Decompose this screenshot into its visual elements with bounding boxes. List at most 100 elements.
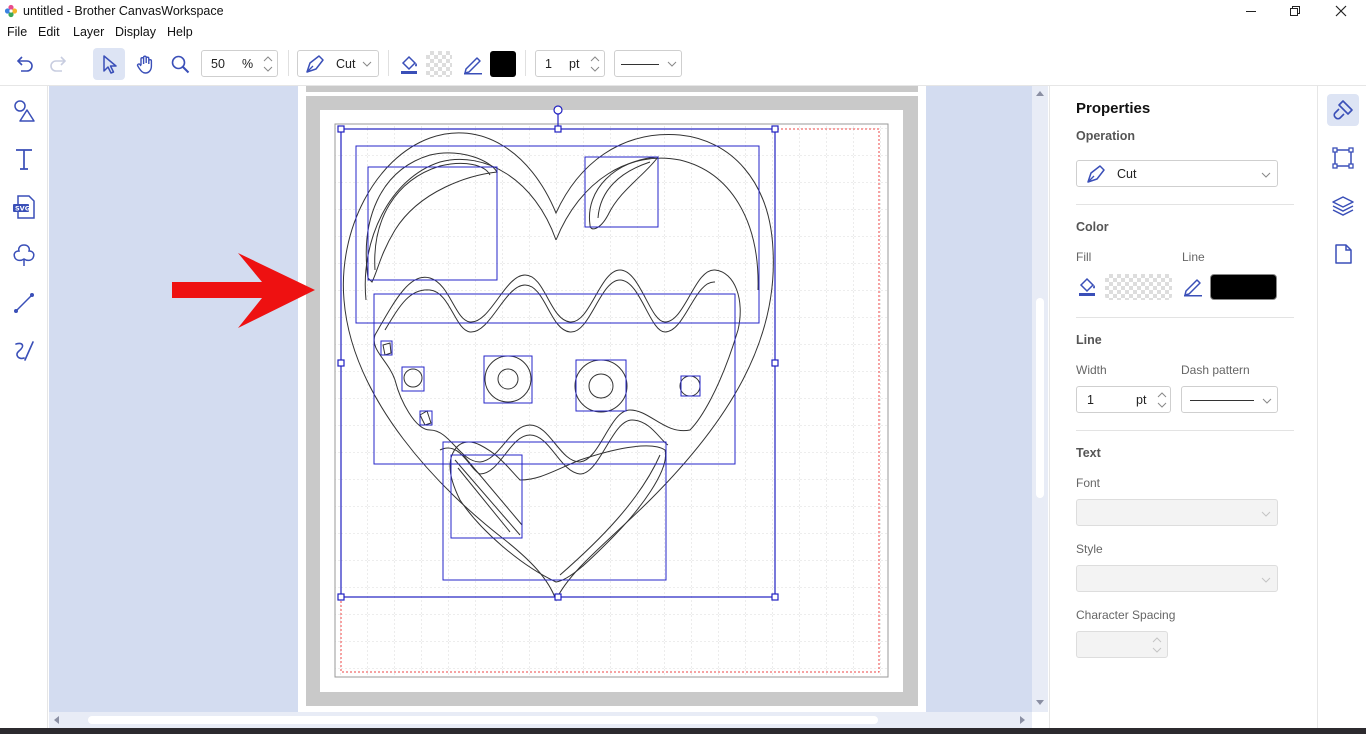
width-input[interactable]: 1 pt bbox=[1076, 386, 1171, 413]
resize-handle[interactable] bbox=[337, 359, 345, 367]
shape-outline-tool-button[interactable] bbox=[10, 241, 38, 269]
properties-panel: Properties Operation Cut Color Fill Line… bbox=[1049, 86, 1317, 734]
spinner-icon[interactable] bbox=[1151, 635, 1163, 655]
page-tab-button[interactable] bbox=[1327, 238, 1359, 270]
font-select[interactable] bbox=[1076, 499, 1278, 526]
line-color-button[interactable] bbox=[461, 51, 485, 77]
restore-button[interactable] bbox=[1272, 0, 1318, 22]
canvas-area[interactable] bbox=[49, 86, 1032, 712]
style-label: Style bbox=[1076, 542, 1103, 556]
magnifier-icon bbox=[171, 55, 190, 74]
chevron-down-icon bbox=[667, 61, 677, 67]
resize-handle[interactable] bbox=[771, 125, 779, 133]
minimize-icon bbox=[1246, 11, 1256, 12]
app-logo-icon bbox=[4, 4, 18, 18]
zoom-tool-button[interactable] bbox=[166, 50, 194, 78]
hand-icon bbox=[136, 55, 153, 74]
layers-tab-button[interactable] bbox=[1327, 190, 1359, 222]
dash-pattern-select[interactable] bbox=[1181, 386, 1278, 413]
pan-tool-button[interactable] bbox=[131, 50, 159, 78]
line-width-value: 1 bbox=[545, 57, 552, 71]
close-button[interactable] bbox=[1318, 0, 1364, 22]
line-color-swatch[interactable] bbox=[490, 51, 516, 77]
chevron-down-icon bbox=[1261, 172, 1271, 178]
resize-handle[interactable] bbox=[554, 593, 562, 601]
text-tool-button[interactable] bbox=[10, 145, 38, 173]
zoom-value: 50 bbox=[211, 57, 225, 71]
svg-text:SVG: SVG bbox=[15, 205, 30, 213]
properties-brush-icon bbox=[1333, 100, 1353, 120]
zoom-unit: % bbox=[242, 57, 254, 71]
menu-bar: File Edit Layer Display Help bbox=[0, 22, 1366, 42]
divider bbox=[1076, 430, 1294, 431]
window-title: untitled - Brother CanvasWorkspace bbox=[23, 4, 224, 18]
character-spacing-input[interactable] bbox=[1076, 631, 1168, 658]
spinner-icon[interactable] bbox=[262, 54, 274, 74]
right-toolbar bbox=[1317, 86, 1366, 734]
chevron-down-icon bbox=[1261, 511, 1271, 517]
shapes-tool-button[interactable] bbox=[10, 97, 38, 125]
cutting-mat bbox=[298, 86, 926, 712]
scroll-right-icon[interactable] bbox=[1020, 716, 1026, 724]
operation-select[interactable]: Cut bbox=[1076, 160, 1278, 187]
select-tool-button[interactable] bbox=[93, 48, 125, 80]
menu-display[interactable]: Display bbox=[115, 25, 156, 39]
divider bbox=[1076, 317, 1294, 318]
undo-button[interactable] bbox=[10, 50, 38, 78]
spinner-icon[interactable] bbox=[1156, 390, 1168, 410]
minimize-button[interactable] bbox=[1228, 0, 1274, 22]
resize-handle[interactable] bbox=[337, 593, 345, 601]
paint-bucket-icon bbox=[401, 55, 417, 74]
scroll-down-icon[interactable] bbox=[1036, 700, 1044, 706]
layers-icon bbox=[1332, 196, 1354, 216]
text-heading: Text bbox=[1076, 446, 1101, 460]
dash-pattern-dropdown[interactable] bbox=[614, 50, 682, 77]
menu-help[interactable]: Help bbox=[167, 25, 193, 39]
red-arrow-annotation bbox=[172, 253, 315, 328]
arrow-cursor-icon bbox=[103, 55, 117, 74]
shapes-icon bbox=[14, 100, 35, 122]
design-canvas[interactable] bbox=[49, 86, 1032, 712]
fill-swatch[interactable] bbox=[1105, 274, 1172, 300]
pen-icon bbox=[464, 57, 482, 75]
fill-color-swatch[interactable] bbox=[426, 51, 452, 77]
vertical-scrollbar[interactable] bbox=[1032, 86, 1048, 712]
style-select[interactable] bbox=[1076, 565, 1278, 592]
line-width-input[interactable]: 1 pt bbox=[535, 50, 605, 77]
scroll-up-icon[interactable] bbox=[1036, 90, 1044, 96]
svg-import-icon: SVG bbox=[13, 195, 35, 219]
restore-icon bbox=[1290, 6, 1300, 16]
toolbar-divider bbox=[525, 50, 526, 76]
menu-file[interactable]: File bbox=[7, 25, 27, 39]
scroll-left-icon[interactable] bbox=[53, 716, 59, 724]
line-color-swatch[interactable] bbox=[1210, 274, 1277, 300]
resize-handle[interactable] bbox=[771, 359, 779, 367]
freehand-icon bbox=[15, 341, 34, 361]
freehand-tool-button[interactable] bbox=[10, 337, 38, 365]
panel-title: Properties bbox=[1076, 100, 1151, 117]
operation-dropdown[interactable]: Cut bbox=[297, 50, 379, 77]
operation-select-value: Cut bbox=[1117, 167, 1137, 181]
rotate-handle[interactable] bbox=[553, 105, 563, 115]
chevron-down-icon bbox=[1262, 398, 1272, 404]
fill-label: Fill bbox=[1076, 250, 1092, 264]
vertical-scroll-thumb[interactable] bbox=[1036, 298, 1044, 498]
svg-import-button[interactable]: SVG bbox=[10, 193, 38, 221]
resize-handle[interactable] bbox=[771, 593, 779, 601]
zoom-input[interactable]: 50 % bbox=[201, 50, 278, 77]
transform-tab-button[interactable] bbox=[1327, 142, 1359, 174]
redo-button[interactable] bbox=[45, 50, 73, 78]
line-tool-button[interactable] bbox=[10, 289, 38, 317]
redo-icon bbox=[50, 56, 67, 72]
horizontal-scrollbar[interactable] bbox=[49, 712, 1032, 728]
resize-handle[interactable] bbox=[337, 125, 345, 133]
resize-handle[interactable] bbox=[554, 125, 562, 133]
menu-edit[interactable]: Edit bbox=[38, 25, 60, 39]
spinner-icon[interactable] bbox=[589, 54, 601, 74]
toolbar: 50 % Cut 1 pt bbox=[0, 42, 1366, 86]
taskbar-strip bbox=[0, 728, 1366, 734]
properties-tab-button[interactable] bbox=[1327, 94, 1359, 126]
horizontal-scroll-thumb[interactable] bbox=[88, 716, 878, 724]
menu-layer[interactable]: Layer bbox=[73, 25, 104, 39]
fill-color-button[interactable] bbox=[397, 51, 421, 77]
